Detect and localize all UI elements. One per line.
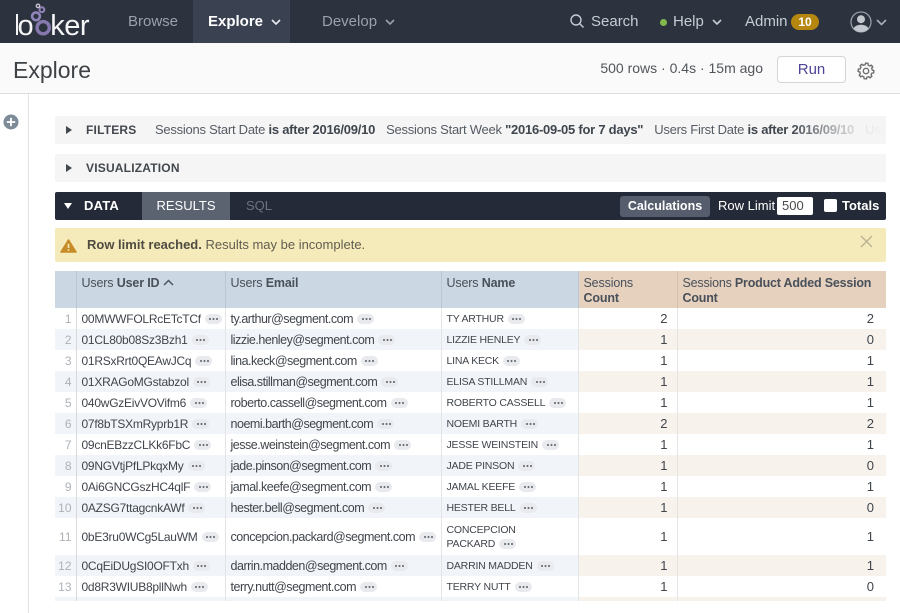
svg-text:ker: ker xyxy=(50,10,90,42)
